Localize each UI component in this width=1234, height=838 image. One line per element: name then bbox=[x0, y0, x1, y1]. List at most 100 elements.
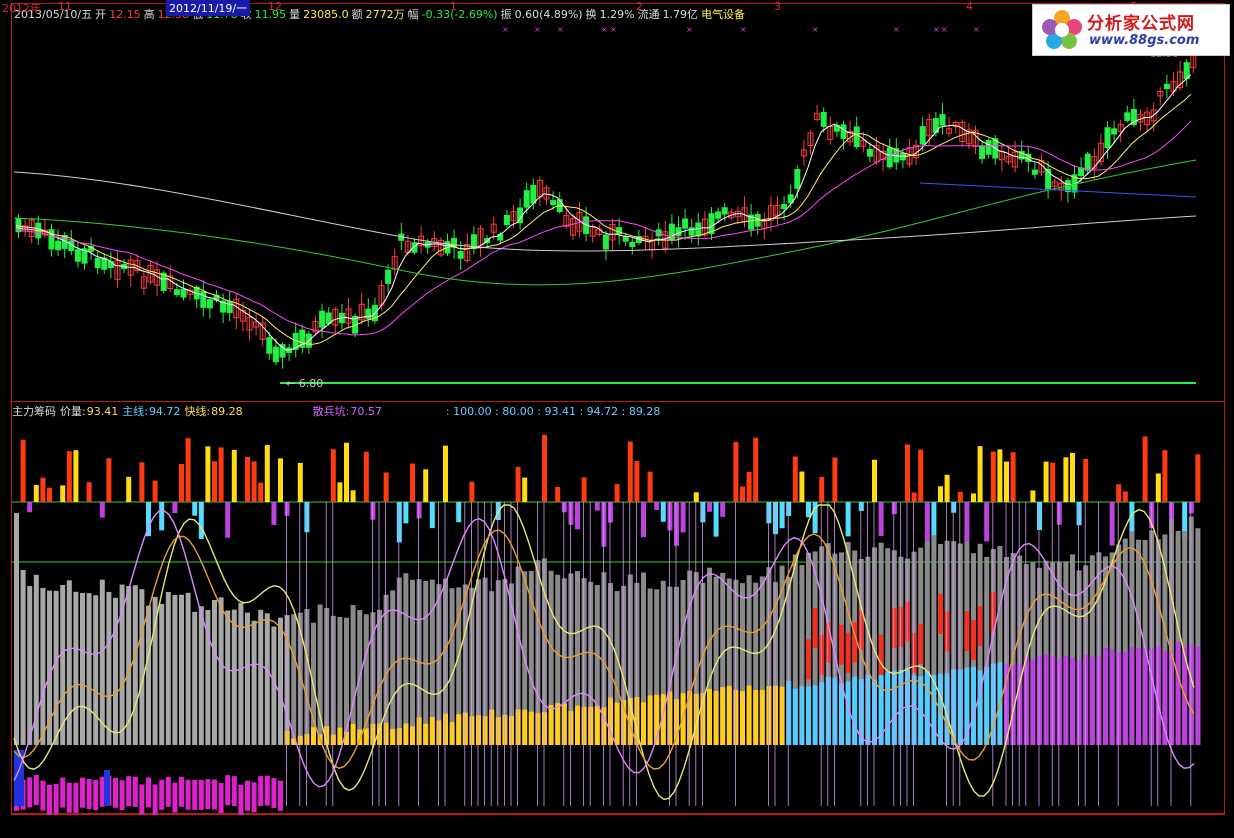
pink-bar bbox=[192, 779, 198, 810]
chip-bar-gray bbox=[449, 588, 455, 745]
signal-bar-up bbox=[1004, 461, 1009, 502]
chip-bar-gray bbox=[132, 585, 138, 745]
chip-bar-gray bbox=[179, 594, 184, 745]
pink-bar bbox=[119, 780, 125, 811]
base-bar bbox=[766, 686, 772, 745]
signal-bar-down bbox=[1056, 502, 1062, 525]
base-bar bbox=[1056, 658, 1062, 745]
open-label: 开 bbox=[95, 8, 107, 21]
price-vol-value: 93.41 bbox=[86, 405, 119, 418]
signal-bar-up bbox=[212, 461, 217, 502]
chip-bar-gray bbox=[66, 580, 72, 745]
chip-bar-gray bbox=[258, 609, 264, 745]
base-bar bbox=[720, 687, 726, 745]
low-price-value: 6.80 bbox=[298, 377, 324, 390]
signal-bar-down bbox=[660, 502, 666, 522]
candle-body bbox=[985, 139, 992, 155]
base-bar bbox=[819, 682, 825, 745]
signal-bar-up bbox=[258, 482, 264, 502]
pink-bar bbox=[80, 777, 85, 808]
candle-body bbox=[266, 337, 273, 354]
base-bar bbox=[977, 670, 983, 745]
signal-bar-down bbox=[172, 502, 178, 514]
pink-bar bbox=[231, 776, 237, 807]
candle-body bbox=[1045, 168, 1052, 189]
base-bar bbox=[1175, 642, 1181, 745]
candle-body bbox=[94, 258, 101, 269]
indicator-levels: : 100.00 : 80.00 : 93.41 : 94.72 : 89.28 bbox=[445, 405, 661, 418]
signal-bar-up bbox=[957, 491, 963, 502]
main-value: 94.72 bbox=[148, 405, 181, 418]
base-bar bbox=[581, 706, 587, 745]
hot-bar bbox=[878, 634, 884, 675]
signal-bar-down bbox=[27, 502, 33, 513]
chip-bar-gray bbox=[139, 589, 145, 745]
signal-bar-up bbox=[542, 434, 547, 502]
chip-bar-gray bbox=[198, 606, 204, 745]
high-label: 高 bbox=[143, 8, 155, 21]
base-bar bbox=[891, 670, 897, 745]
base-bar bbox=[1023, 657, 1029, 745]
signal-bar-up bbox=[693, 492, 699, 502]
base-bar bbox=[561, 703, 567, 745]
trend-line bbox=[919, 182, 1197, 198]
base-bar bbox=[548, 705, 554, 745]
chip-bar-gray bbox=[330, 615, 336, 745]
signal-bar-down bbox=[1109, 502, 1115, 546]
signal-bar-down bbox=[700, 502, 706, 523]
candle-body bbox=[550, 200, 557, 206]
signal-bar-up bbox=[627, 441, 633, 502]
pink-bar bbox=[271, 778, 277, 809]
base-bar bbox=[429, 716, 435, 745]
base-bar bbox=[1116, 652, 1122, 745]
base-bar bbox=[733, 690, 739, 745]
amplitude-value: 0.60(4.89%) bbox=[514, 8, 583, 21]
pink-bar bbox=[278, 780, 283, 811]
base-bar bbox=[614, 702, 620, 745]
price-vol-label: 价量: bbox=[60, 405, 86, 418]
chart-canvas[interactable]: × × × × × × × × × × × × bbox=[0, 0, 1234, 838]
chip-bar-gray bbox=[218, 597, 224, 745]
base-bar bbox=[1076, 659, 1082, 745]
hot-bar bbox=[898, 607, 904, 648]
signal-bar-down bbox=[845, 502, 851, 537]
signal-marker: × bbox=[941, 25, 948, 34]
candle-body bbox=[1084, 153, 1091, 171]
signal-bar-up bbox=[997, 449, 1003, 502]
base-bar bbox=[489, 709, 495, 745]
chip-bar-gray bbox=[324, 608, 330, 745]
base-bar bbox=[456, 714, 462, 745]
base-bar bbox=[469, 716, 475, 745]
ma10-line bbox=[15, 93, 1192, 345]
chip-bar-gray bbox=[113, 597, 118, 745]
signal-marker: × bbox=[534, 25, 541, 34]
candle-body bbox=[1111, 128, 1118, 135]
hot-bar bbox=[964, 611, 970, 652]
signal-bar-up bbox=[185, 438, 191, 502]
chip-bar-gray bbox=[172, 595, 178, 745]
base-bar bbox=[786, 681, 792, 745]
candle-body bbox=[385, 269, 392, 284]
pink-bar bbox=[93, 780, 99, 811]
signal-bar-up bbox=[297, 462, 303, 502]
signal-bar-up bbox=[1162, 450, 1168, 502]
signal-bar-up bbox=[647, 471, 653, 502]
pink-bar bbox=[47, 784, 52, 815]
chip-bar-gray bbox=[159, 603, 165, 745]
base-bar bbox=[753, 690, 759, 745]
base-bar bbox=[924, 670, 930, 745]
base-bar bbox=[1142, 648, 1148, 745]
pink-bar bbox=[225, 775, 231, 806]
indicator-legend: 主力筹码 价量:93.41 主线:94.72 快线:89.28 散兵坑:70.57: 1… bbox=[12, 405, 664, 418]
signal-bar-up bbox=[383, 472, 389, 502]
signal-bar-up bbox=[363, 451, 369, 502]
base-bar bbox=[1096, 656, 1102, 745]
base-bar bbox=[588, 706, 594, 745]
base-bar bbox=[825, 676, 831, 745]
signal-bar-up bbox=[555, 486, 561, 502]
base-bar bbox=[542, 712, 547, 745]
signal-bar-up bbox=[20, 439, 26, 502]
base-bar bbox=[713, 690, 719, 745]
base-bar bbox=[872, 679, 877, 745]
signal-bar-down bbox=[403, 502, 409, 524]
